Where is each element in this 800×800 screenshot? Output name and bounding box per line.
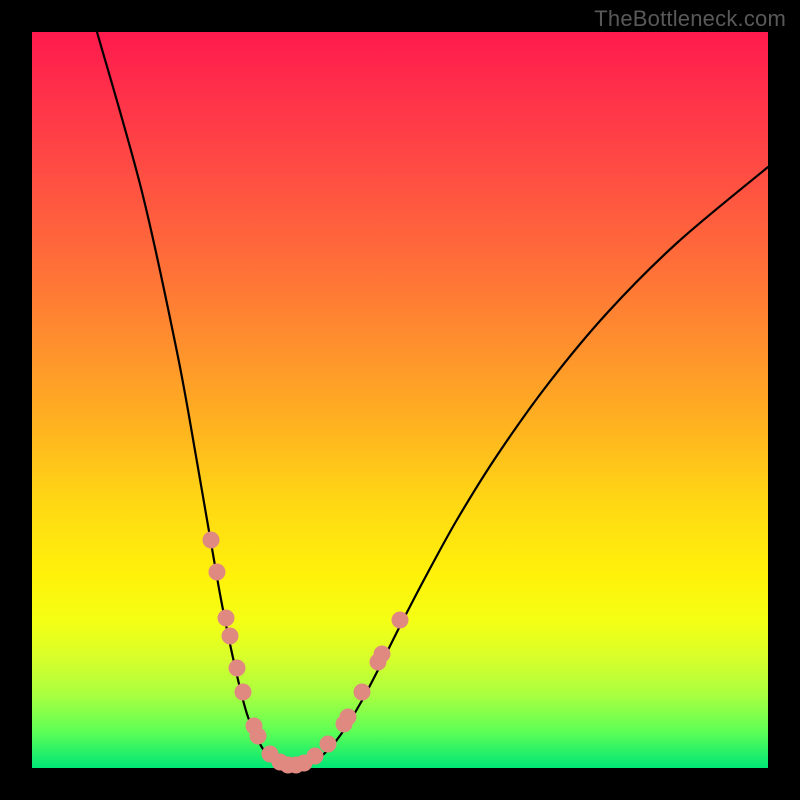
- curve-marker-dot: [354, 684, 371, 701]
- curve-marker-dot: [320, 736, 337, 753]
- curve-marker-dot: [209, 564, 226, 581]
- curve-svg: [32, 32, 768, 768]
- plot-area: [32, 32, 768, 768]
- curve-marker-dot: [392, 612, 409, 629]
- chart-frame: TheBottleneck.com: [0, 0, 800, 800]
- curve-marker-dot: [235, 684, 252, 701]
- v-curve: [97, 32, 768, 767]
- curve-marker-dot: [307, 748, 324, 765]
- curve-markers: [203, 532, 409, 774]
- curve-marker-dot: [222, 628, 239, 645]
- watermark-text: TheBottleneck.com: [594, 6, 786, 32]
- curve-marker-dot: [229, 660, 246, 677]
- curve-marker-dot: [218, 610, 235, 627]
- curve-marker-dot: [250, 728, 267, 745]
- curve-marker-dot: [374, 646, 391, 663]
- curve-marker-dot: [340, 709, 357, 726]
- curve-marker-dot: [203, 532, 220, 549]
